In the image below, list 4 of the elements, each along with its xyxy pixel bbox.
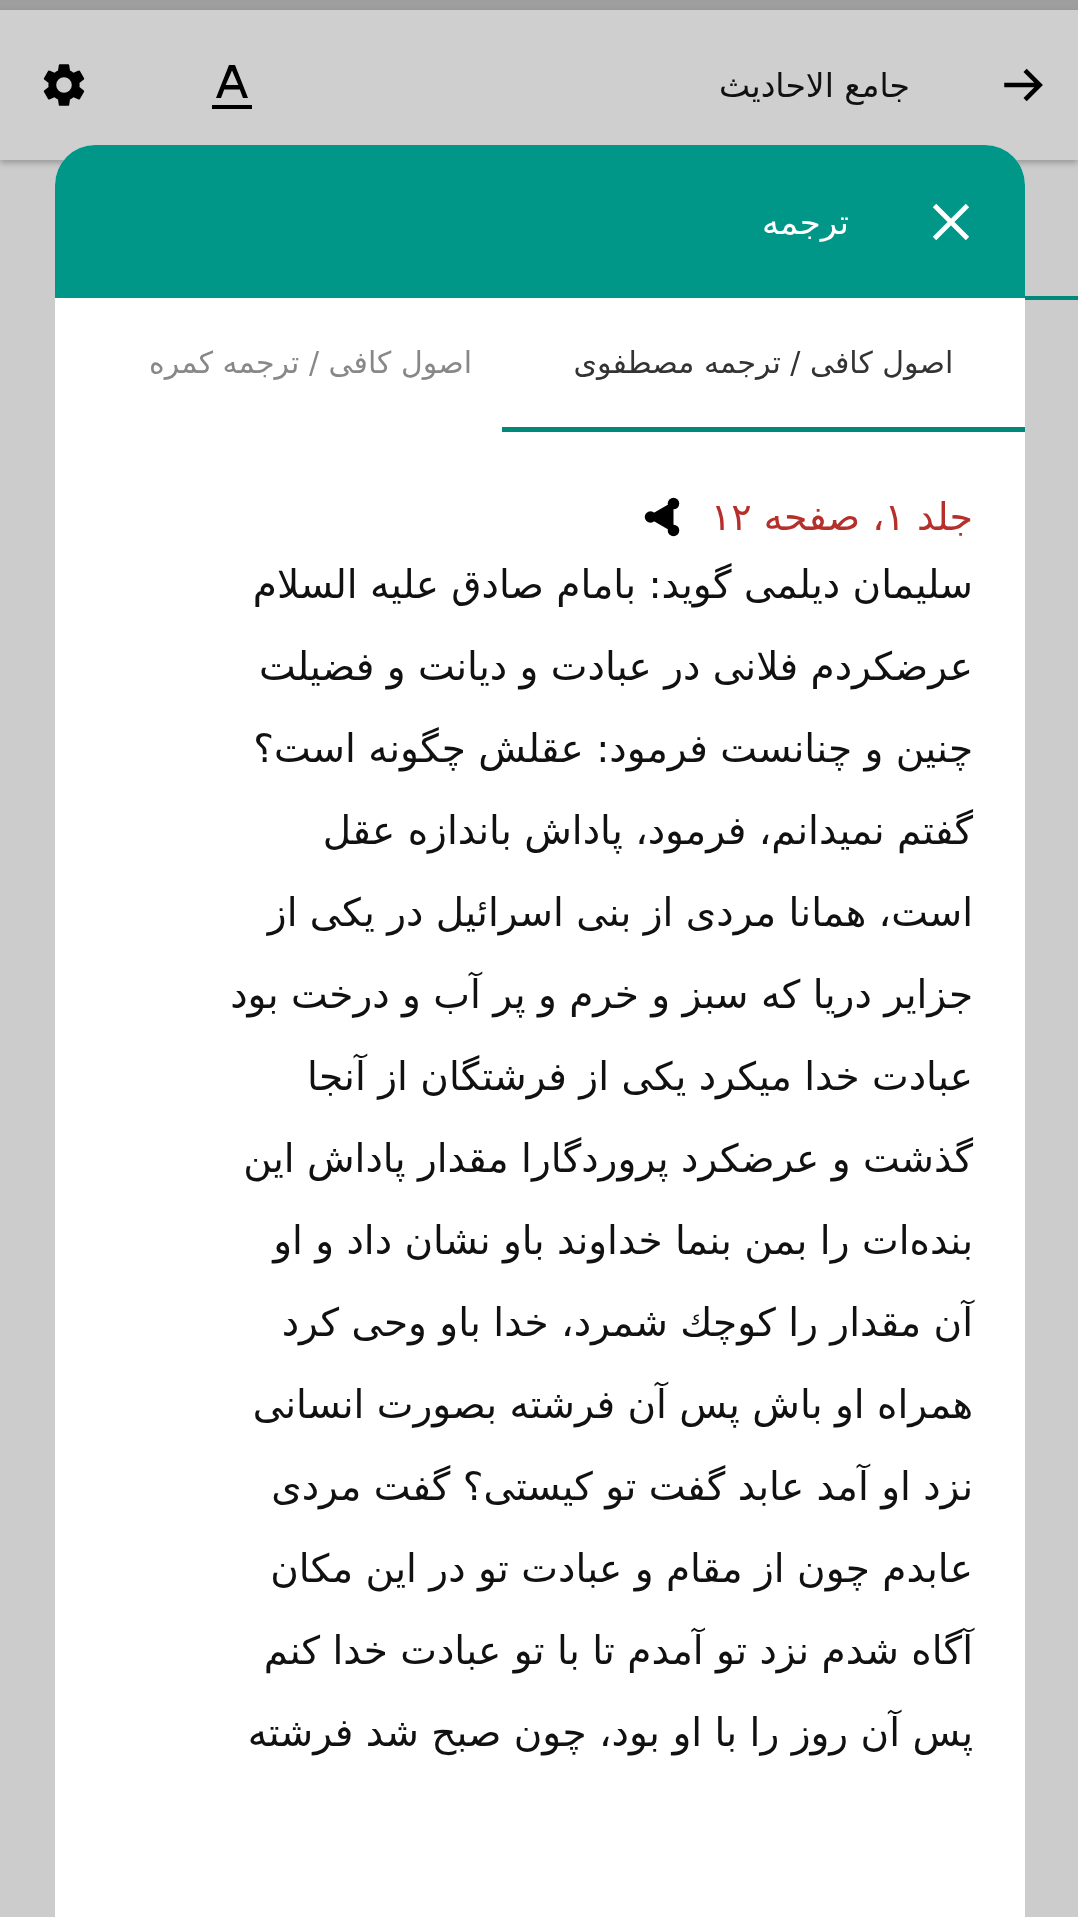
app-title: جامع الاحادیث — [719, 65, 910, 105]
dialog-title: ترجمه — [761, 201, 849, 242]
translation-text: سلیمان دیلمی گوید: بامام صادق علیه السلام عرضکردم فلانی در عبادت و دیانت و فضیلت چنین و چنانست فرمود: عقلش چگونه است؟ گفتم نمیدانم، فرمود، پاداش باندازه عقل است، همانا مردی از بنی اسرائیل در یکی از جزایر دریا که سبز و خرم و پر آب و درخت بود عبادت خدا میکرد یکی از فرشتگان از آنجا گذشت و عرضکرد پروردگارا مقدار پاداش این بنده‌ات را بمن بنما خداوند باو نشان داد و او آن مقدار را کوچك شمرد، خدا باو وحی کرد همراه او باش پس آن فرشته بصورت انسانی نزد او آمد عابد گفت تو کیستی؟ گفت مردی عابدم چون از مقام و عبادت تو در این مکان آگاه شدم نزد تو آمدم تا با تو عبادت خدا کنم پس آن روز را با او بود، چون صبح شد فرشته — [229, 561, 973, 1758]
volume-page-reference: جلد ۱، صفحه ۱۲ — [710, 495, 973, 539]
